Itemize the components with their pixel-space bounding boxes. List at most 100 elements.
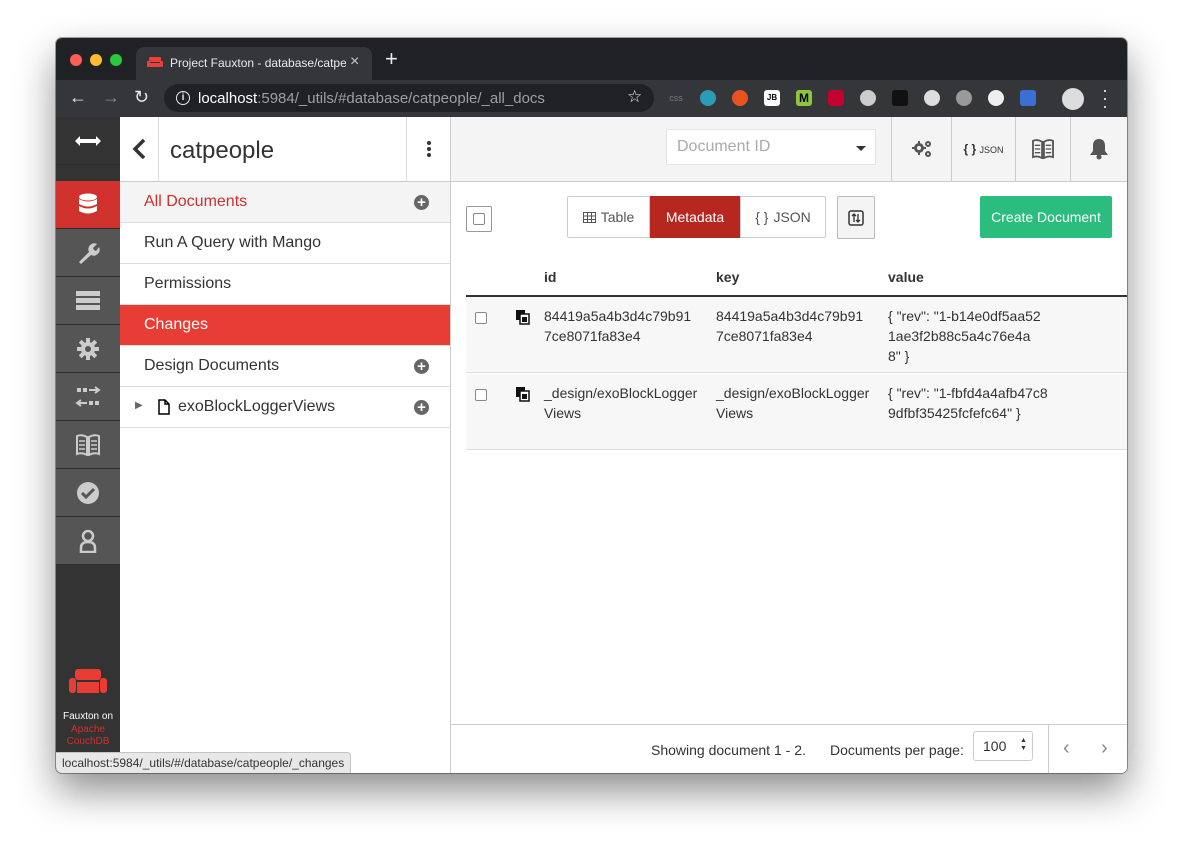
view-table-button[interactable]: Table [567, 196, 650, 238]
table-row[interactable]: _design/exoBlockLoggerViews _design/exoB… [466, 374, 1127, 450]
view-metadata-button[interactable]: Metadata [650, 196, 740, 238]
braces-icon: { } [755, 209, 769, 225]
copy-icon[interactable] [516, 387, 530, 402]
close-window-button[interactable] [70, 54, 82, 66]
row-checkbox[interactable] [475, 312, 487, 324]
nav-setup[interactable] [56, 229, 120, 277]
create-document-button[interactable]: Create Document [980, 196, 1112, 238]
nav-config[interactable] [56, 325, 120, 373]
notifications-button[interactable] [1070, 117, 1127, 181]
ext-u-icon[interactable] [956, 90, 972, 106]
collapse-arrows-icon [75, 135, 101, 146]
document-id-dropdown[interactable]: Document ID [666, 129, 876, 165]
jetbrains-extension-icon[interactable]: JB [764, 90, 780, 106]
nav-toggle-button[interactable] [56, 117, 120, 165]
per-page-value: 100 [983, 738, 1007, 754]
column-header-key[interactable]: key [716, 269, 739, 285]
sidebar-item-design-doc[interactable]: ▶ exoBlockLoggerViews + [120, 387, 450, 428]
couchdb-logo-icon [69, 669, 107, 693]
add-design-doc-icon[interactable]: + [414, 359, 429, 374]
ext-dark-icon[interactable] [892, 90, 908, 106]
bookmark-star-icon[interactable]: ☆ [627, 87, 642, 107]
select-all-checkbox[interactable] [466, 206, 492, 232]
ext-b-icon[interactable] [732, 90, 748, 106]
tab-close-icon[interactable]: × [350, 53, 359, 71]
docs-button[interactable] [1015, 117, 1070, 181]
sidebar-item-all-documents[interactable]: All Documents + [120, 182, 450, 223]
database-menu-button[interactable] [406, 117, 450, 181]
select-arrows-icon: ▲ ▼ [1020, 737, 1027, 752]
row-id[interactable]: 84419a5a4b3d4c79b917ce8071fa83e4 [544, 306, 696, 346]
row-id[interactable]: _design/exoBlockLoggerViews [544, 383, 706, 423]
next-page-icon[interactable]: › [1101, 737, 1108, 760]
database-icon [79, 193, 97, 213]
sidebar-item-mango-query[interactable]: Run A Query with Mango [120, 223, 450, 264]
sidebar-item-design-documents[interactable]: Design Documents + [120, 346, 450, 387]
add-view-icon[interactable]: + [414, 400, 429, 415]
api-url-json-button[interactable]: { } JSON [951, 117, 1015, 181]
row-checkbox[interactable] [475, 389, 487, 401]
brand-sub: Apache CouchDB [66, 724, 110, 747]
nav-documentation[interactable] [56, 421, 120, 469]
expand-collapse-icon [848, 209, 864, 226]
view-json-button[interactable]: { } JSON [740, 196, 826, 238]
row-value: { "rev": "1-fbfd4a4afb47c89dfbf35425fcfe… [888, 385, 1048, 421]
ext-wave-icon[interactable] [700, 90, 716, 106]
table-icon [582, 211, 596, 223]
sidebar-item-label: Run A Query with Mango [144, 234, 321, 251]
app-brand: Fauxton on Apache CouchDB [56, 565, 120, 773]
browser-tab[interactable]: Project Fauxton - database/catpeople/_al… [136, 47, 372, 80]
sidebar-item-label: Changes [144, 316, 209, 333]
main-header: Document ID { } JSON [451, 117, 1127, 182]
tab-title: Project Fauxton - database/catpeople/_al… [170, 56, 346, 70]
nav-active-tasks[interactable] [56, 277, 120, 325]
new-tab-icon[interactable]: + [385, 46, 398, 72]
browser-toolbar: ← → ↻ i localhost:5984/_utils/#database/… [56, 80, 1127, 117]
brand-label: Fauxton on [62, 711, 114, 722]
nav-verify[interactable] [56, 469, 120, 517]
minimize-window-button[interactable] [90, 54, 102, 66]
sidebar-item-permissions[interactable]: Permissions [120, 264, 450, 305]
copy-icon[interactable] [516, 310, 530, 325]
query-options-button[interactable] [891, 117, 951, 181]
browser-menu-icon[interactable]: · · · [1100, 81, 1110, 115]
angular-extension-icon[interactable] [828, 90, 844, 106]
column-header-value[interactable]: value [888, 269, 924, 285]
book-icon [1032, 139, 1054, 159]
per-page-label: Documents per page: [830, 742, 964, 758]
forward-arrow-icon[interactable]: → [102, 87, 120, 107]
css-extension-icon[interactable]: css [668, 90, 684, 106]
back-arrow-icon[interactable]: ← [69, 87, 87, 107]
app-navigation: Fauxton on Apache CouchDB [56, 117, 120, 773]
nav-user[interactable] [56, 517, 120, 565]
sidebar-item-label: Design Documents [144, 357, 280, 374]
gear-icon [77, 337, 99, 360]
ext-camera-icon[interactable] [1020, 90, 1036, 106]
toggle-expand-button[interactable] [837, 196, 875, 239]
url-text: localhost:5984/_utils/#database/catpeopl… [198, 90, 545, 107]
caret-right-icon[interactable]: ▶ [135, 400, 143, 411]
tab-bar: Project Fauxton - database/catpeople/_al… [56, 38, 1127, 80]
document-id-placeholder: Document ID [677, 138, 771, 155]
ext-circle-icon[interactable] [860, 90, 876, 106]
sidebar-item-changes[interactable]: Changes [120, 305, 450, 346]
back-button[interactable] [120, 117, 159, 181]
column-header-id[interactable]: id [544, 269, 556, 285]
profile-avatar[interactable] [1062, 88, 1084, 110]
info-icon[interactable]: i [176, 91, 190, 105]
sidebar-item-label: Permissions [144, 275, 232, 292]
maximize-window-button[interactable] [110, 54, 122, 66]
nav-databases[interactable] [56, 181, 120, 229]
previous-page-icon[interactable]: ‹ [1063, 737, 1070, 760]
ext-m-icon[interactable]: M [796, 90, 812, 106]
sidebar-item-label: exoBlockLoggerViews [178, 398, 336, 415]
per-page-select[interactable]: 100 ▲ ▼ [973, 731, 1033, 761]
address-bar[interactable]: i localhost:5984/_utils/#database/catpeo… [164, 84, 654, 112]
check-circle-icon [77, 481, 99, 504]
table-row[interactable]: 84419a5a4b3d4c79b917ce8071fa83e4 84419a5… [466, 297, 1127, 373]
ext-eye-icon[interactable] [988, 90, 1004, 106]
ext-c-icon[interactable] [924, 90, 940, 106]
add-document-icon[interactable]: + [414, 195, 429, 210]
reload-icon[interactable]: ↻ [134, 87, 149, 107]
nav-replication[interactable] [56, 373, 120, 421]
